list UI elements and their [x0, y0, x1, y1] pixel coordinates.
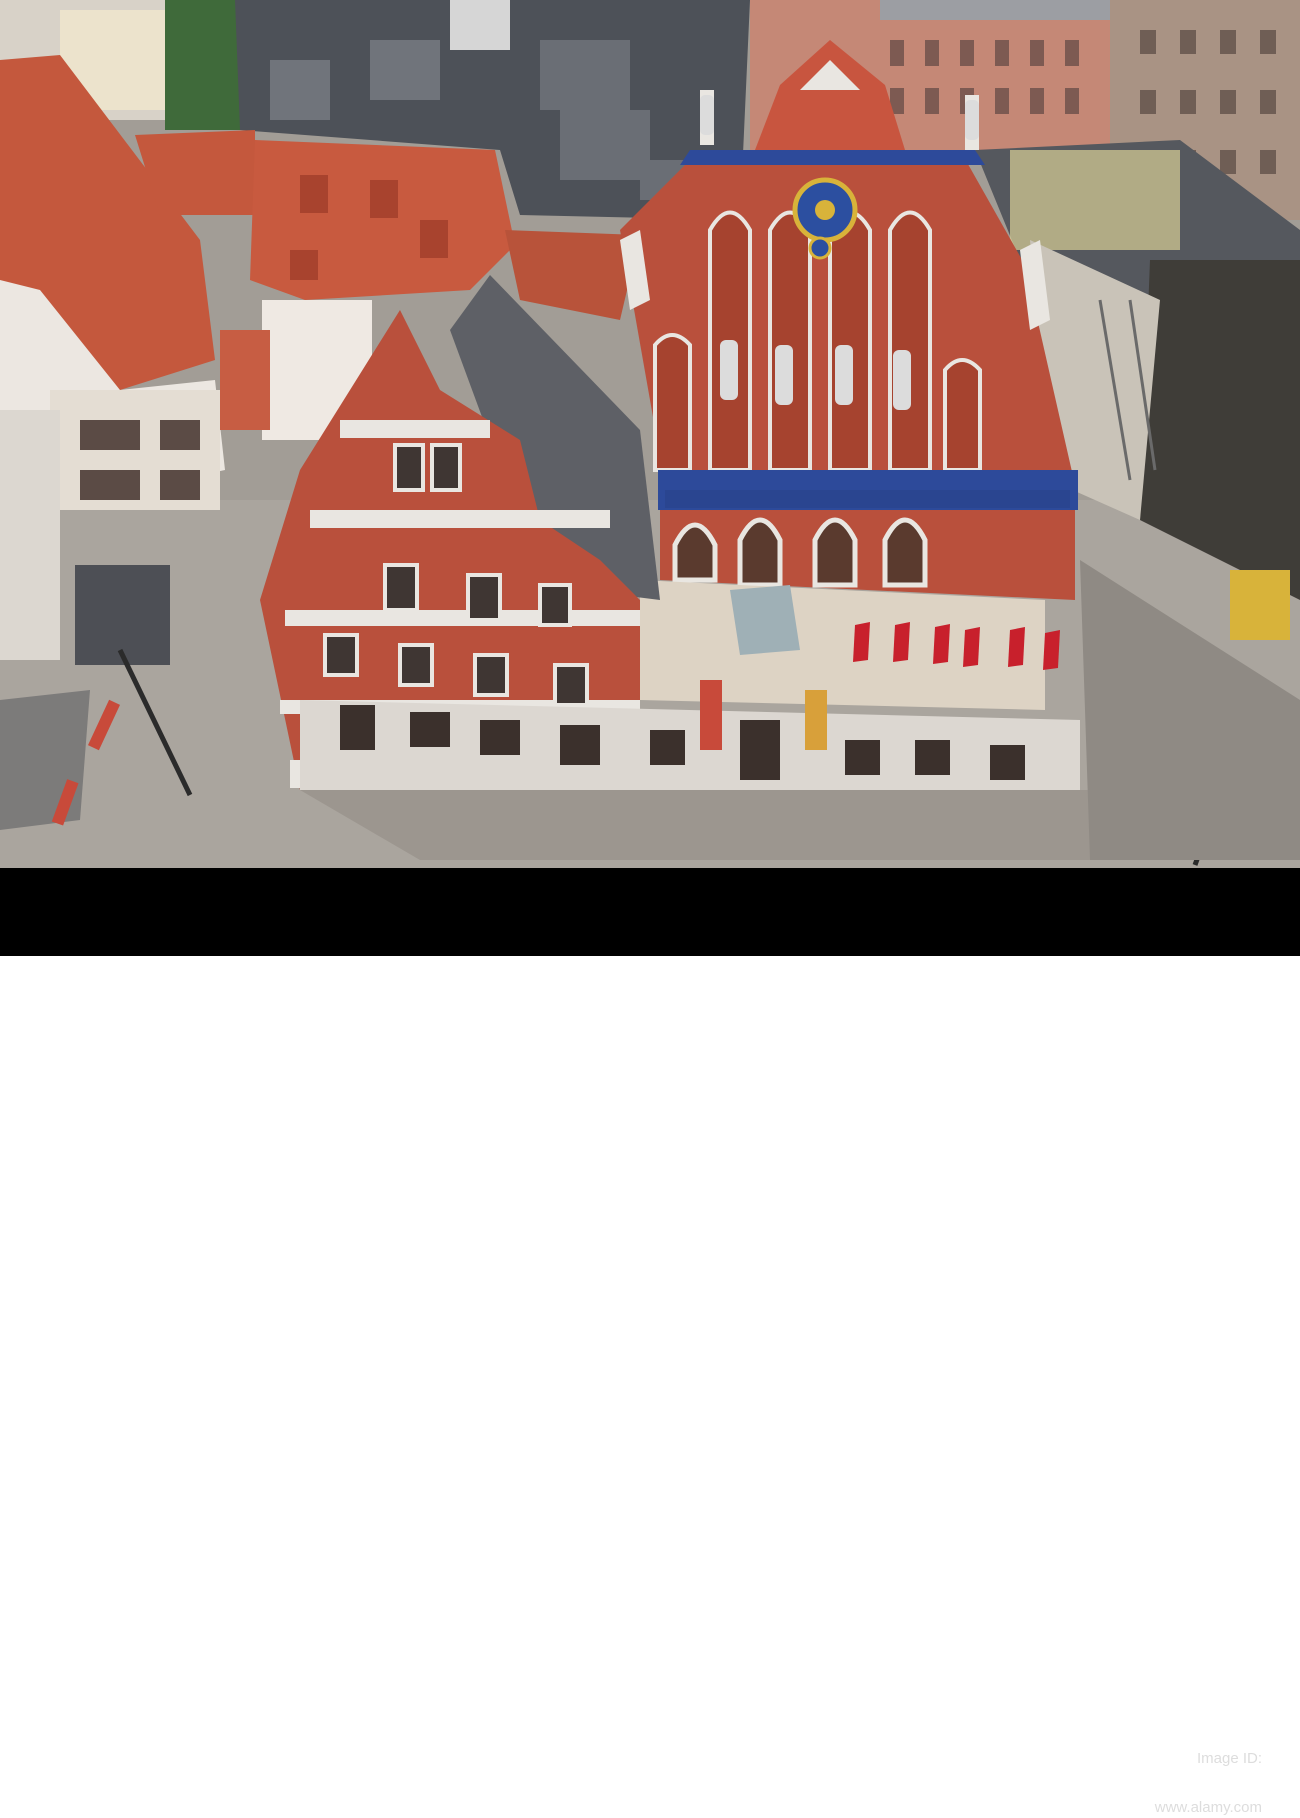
stock-banner: alamy Image ID: 2K5FK5T www.alamy.com — [0, 868, 1300, 1816]
image-id-label: Image ID: — [1196, 1750, 1262, 1767]
photo — [0, 0, 1300, 868]
logo-text: alamy — [60, 1751, 198, 1807]
alamy-a-mark-icon — [20, 1758, 52, 1800]
website-link[interactable]: www.alamy.com — [1149, 1798, 1262, 1818]
image-id-value: 2K5FK5T — [1149, 1768, 1262, 1798]
aerial-photo-illustration — [0, 0, 1300, 868]
image-id-block: Image ID: 2K5FK5T www.alamy.com — [1149, 1750, 1262, 1818]
alamy-logo[interactable]: alamy — [20, 1748, 198, 1810]
